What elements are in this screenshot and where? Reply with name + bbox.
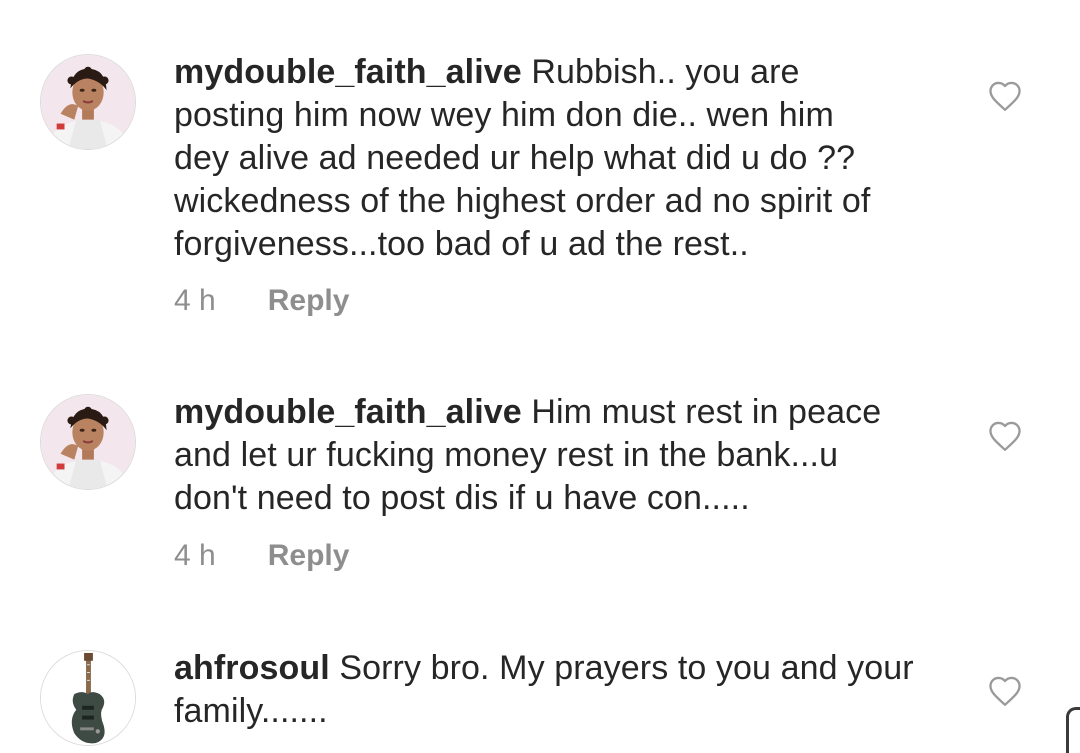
user-avatar[interactable] xyxy=(40,650,136,746)
reply-button[interactable]: Reply xyxy=(268,284,350,318)
comment-body-line: dey alive ad needed ur help what did u d… xyxy=(174,139,856,177)
comment-text: mydouble_faith_alive Him must rest in pe… xyxy=(174,391,964,520)
heart-outline-icon[interactable] xyxy=(987,420,1023,452)
heart-outline-icon[interactable] xyxy=(987,80,1023,112)
comment-meta: 4 h Reply xyxy=(174,284,349,318)
scroll-edge-indicator xyxy=(1066,707,1080,753)
comment-text: ahfrosoul Sorry bro. My prayers to you a… xyxy=(174,647,964,733)
comment-text: mydouble_faith_alive Rubbish.. you are p… xyxy=(174,51,964,266)
woman-portrait-avatar xyxy=(41,55,135,149)
comment-meta: 4 h Reply xyxy=(174,539,349,573)
reply-button[interactable]: Reply xyxy=(268,539,350,573)
user-avatar[interactable] xyxy=(40,54,136,150)
guitar-avatar xyxy=(41,651,135,745)
comment-body-line: posting him now wey him don die.. wen hi… xyxy=(174,96,834,134)
comment-body-line: and let ur fucking money rest in the ban… xyxy=(174,436,839,474)
comment-body-line: don't need to post dis if u have con....… xyxy=(174,479,750,517)
comment-timestamp: 4 h xyxy=(174,539,216,572)
comment-username[interactable]: ahfrosoul xyxy=(174,649,330,687)
comment-body-line: forgiveness...too bad of u ad the rest.. xyxy=(174,225,749,263)
comment-body-line: Rubbish.. you are xyxy=(531,53,800,91)
comment-username[interactable]: mydouble_faith_alive xyxy=(174,53,522,91)
comment-body-line: family....... xyxy=(174,692,328,730)
comment-timestamp: 4 h xyxy=(174,284,216,317)
comment-username[interactable]: mydouble_faith_alive xyxy=(174,393,522,431)
heart-outline-icon[interactable] xyxy=(987,675,1023,707)
user-avatar[interactable] xyxy=(40,394,136,490)
comment-body-line: wickedness of the highest order ad no sp… xyxy=(174,182,871,220)
comment-body-line: Him must rest in peace xyxy=(531,393,882,431)
comment-body-line: Sorry bro. My prayers to you and your xyxy=(339,649,914,687)
woman-portrait-avatar xyxy=(41,395,135,489)
